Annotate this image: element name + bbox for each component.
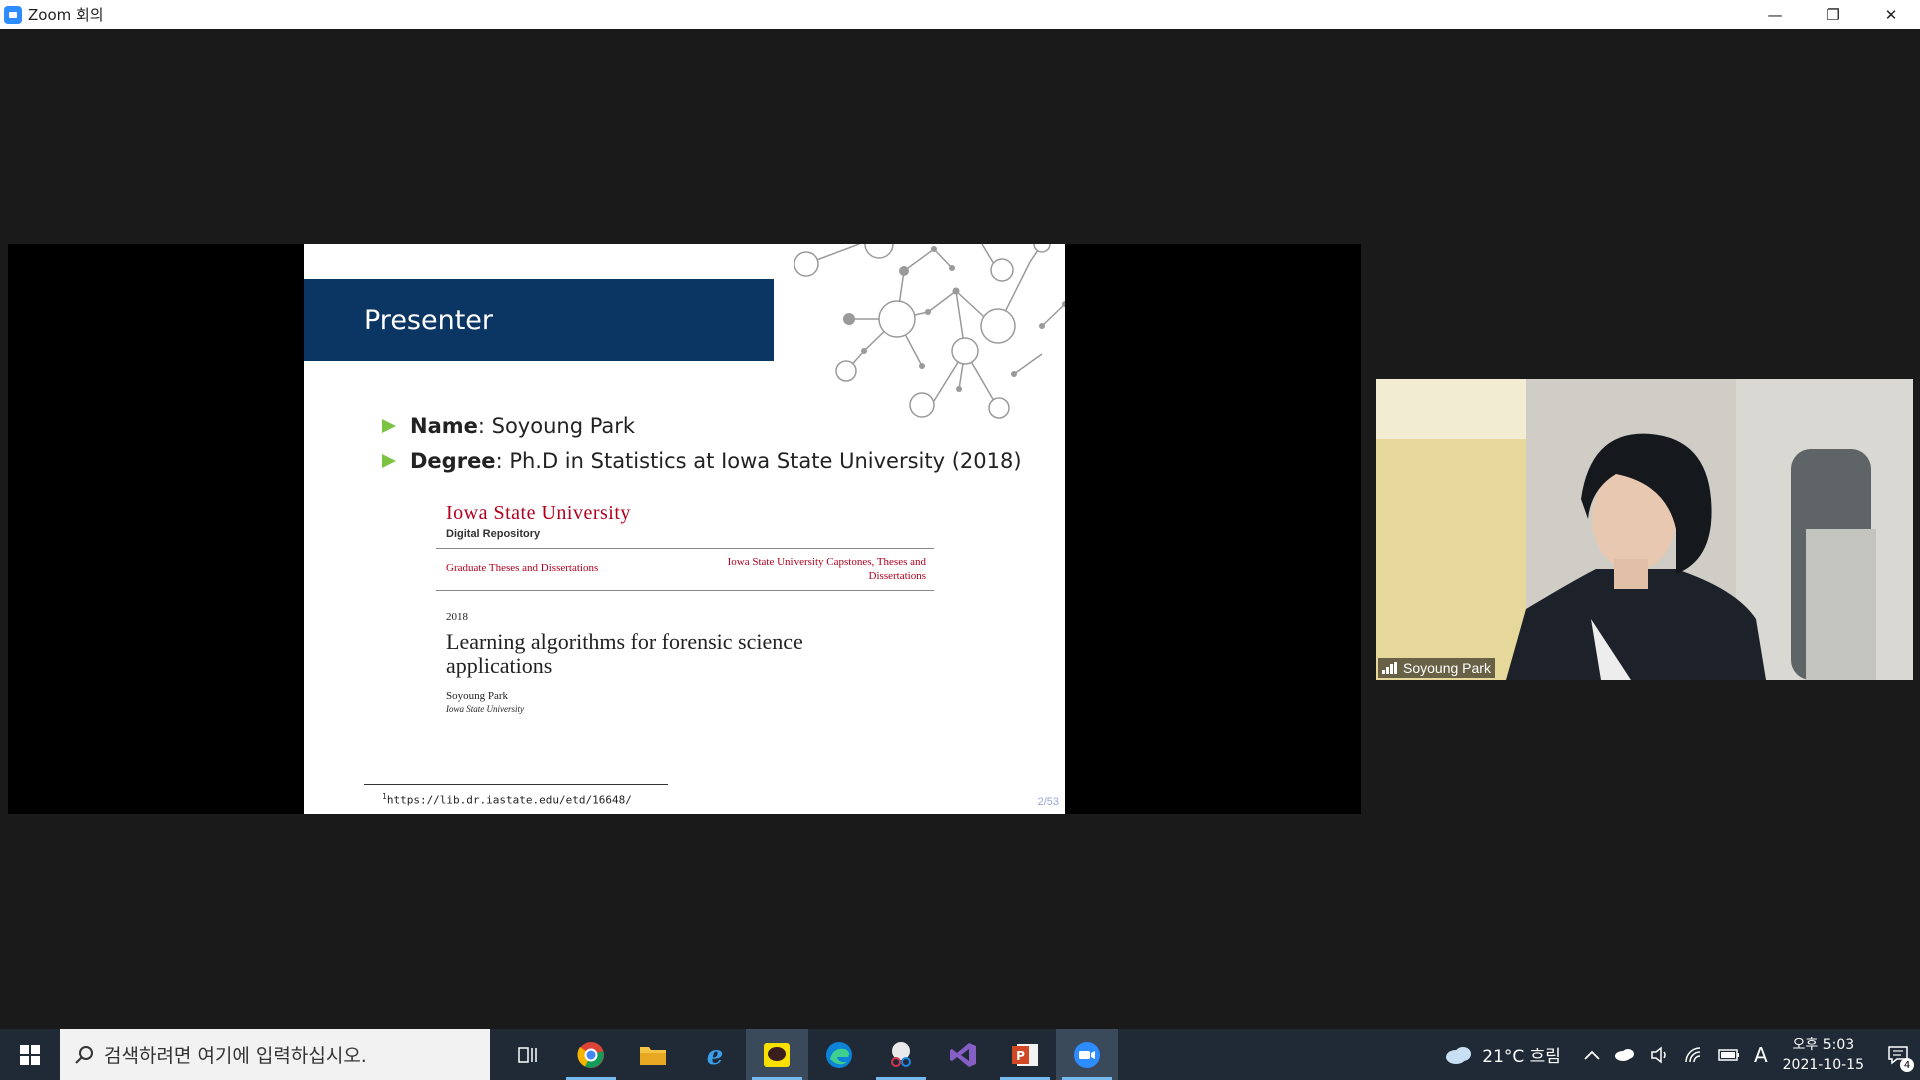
snipping-app[interactable] (870, 1029, 932, 1080)
weather-text: 21°C 흐림 (1482, 1047, 1561, 1067)
onedrive-tray[interactable] (1614, 1047, 1636, 1063)
chrome-app[interactable] (560, 1029, 622, 1080)
video-frame (1376, 379, 1913, 680)
powerpoint-app[interactable]: P (994, 1029, 1056, 1080)
bullet-degree: Degree : Ph.D in Statistics at Iowa Stat… (382, 443, 1022, 478)
pinned-apps: e P (498, 1029, 1118, 1080)
paper-title: Learning algorithms for forensic science… (446, 629, 803, 678)
footnote-url: https://lib.dr.iastate.edu/etd/16648/ (386, 793, 632, 807)
svg-text:e: e (707, 1041, 724, 1069)
notification-badge: 4 (1900, 1058, 1914, 1072)
collection-right: Iowa State University Capstones, Theses … (727, 556, 926, 582)
window-controls: — ❐ ✕ (1746, 0, 1920, 29)
cloud-sync-icon (1614, 1048, 1634, 1061)
battery-icon (1718, 1048, 1739, 1061)
chrome-icon (577, 1041, 604, 1068)
clock-time: 오후 5:03 (1792, 1036, 1855, 1053)
speaker-icon (1651, 1045, 1666, 1064)
presentation-slide: Presenter Name: Soyoung Park Degree: P… (304, 244, 1065, 814)
bullet-list: Name : Soyoung Park Degree : Ph.D in Sta… (382, 408, 1022, 478)
divider (436, 548, 934, 549)
paper-affiliation: Iowa State University (446, 704, 524, 714)
clock-date: 2021-10-15 (1782, 1056, 1864, 1073)
start-button[interactable] (0, 1029, 60, 1080)
system-tray: 21°C 흐림 A 오후 5:03 2021-10-15 4 (1444, 1029, 1920, 1080)
taskbar: 검색하려면 여기에 입력하십시오. e P 21°C 흐림 A 오후 5:03 … (0, 1029, 1920, 1080)
wifi-icon (1685, 1046, 1701, 1062)
search-placeholder: 검색하려면 여기에 입력하십시오. (104, 1045, 367, 1067)
paper-author: Soyoung Park (446, 690, 509, 702)
cloud-icon (1446, 1046, 1472, 1064)
participant-name: Soyoung Park (1403, 660, 1491, 676)
edge-icon (826, 1041, 852, 1068)
bullet-label: Name (410, 413, 478, 438)
weather-widget[interactable]: 21°C 흐림 (1444, 1042, 1561, 1067)
network-decoration (794, 244, 1065, 419)
network-tray[interactable] (1684, 1046, 1704, 1064)
repository-name: Digital Repository (446, 528, 541, 540)
volume-tray[interactable] (1650, 1045, 1670, 1064)
zoom-app[interactable] (1056, 1029, 1118, 1080)
snip-icon (891, 1041, 911, 1067)
kakaotalk-icon (764, 1042, 790, 1067)
bullet-value: : Soyoung Park (477, 413, 636, 438)
ime-indicator[interactable]: A (1754, 1043, 1768, 1067)
title-bar: Zoom 회의 — ❐ ✕ (0, 0, 1920, 29)
kakaotalk-app[interactable] (746, 1029, 808, 1080)
bullet-label: Degree (410, 448, 496, 473)
participant-name-label: Soyoung Park (1378, 658, 1495, 678)
signal-strength-icon (1382, 662, 1398, 674)
slide-page-number: 2/53 (1037, 796, 1059, 808)
paper-year: 2018 (446, 611, 468, 623)
taskbar-search[interactable]: 검색하려면 여기에 입력하십시오. (60, 1029, 490, 1080)
zoom-icon (1074, 1041, 1100, 1068)
paper-snapshot: Iowa State University Digital Repository… (436, 502, 936, 742)
windows-logo-icon (20, 1044, 40, 1065)
notification-center-button[interactable]: 4 (1876, 1029, 1920, 1080)
bullet-arrow-icon (382, 418, 396, 433)
participant-video[interactable]: Soyoung Park (1376, 379, 1913, 680)
show-hidden-icons-button[interactable] (1584, 1050, 1600, 1060)
chevron-up-icon (1584, 1050, 1600, 1060)
collection-left: Graduate Theses and Dissertations (446, 562, 599, 574)
internet-explorer-app[interactable]: e (684, 1029, 746, 1080)
restore-button[interactable]: ❐ (1804, 0, 1862, 29)
minimize-button[interactable]: — (1746, 0, 1804, 29)
close-button[interactable]: ✕ (1862, 0, 1920, 29)
visual-studio-app[interactable] (932, 1029, 994, 1080)
divider (436, 590, 934, 591)
battery-tray[interactable] (1718, 1048, 1740, 1061)
task-view-button[interactable] (498, 1029, 560, 1080)
file-explorer-app[interactable] (622, 1029, 684, 1080)
taskbar-clock[interactable]: 오후 5:03 2021-10-15 (1783, 1035, 1864, 1075)
footnote: 1https://lib.dr.iastate.edu/etd/16648/ (382, 792, 632, 807)
university-name: Iowa State University (446, 502, 631, 524)
slide-header: Presenter (304, 279, 774, 361)
search-icon (75, 1045, 93, 1064)
bullet-name: Name : Soyoung Park (382, 408, 1022, 443)
bullet-value: : Ph.D in Statistics at Iowa State Unive… (495, 448, 1022, 473)
task-view-icon (518, 1046, 537, 1063)
internet-explorer-icon: e (707, 1041, 724, 1069)
bullet-arrow-icon (382, 453, 396, 468)
window-title: Zoom 회의 (28, 6, 104, 24)
slide-title: Presenter (364, 304, 494, 336)
svg-text:P: P (1016, 1049, 1025, 1063)
visual-studio-icon (950, 1042, 976, 1067)
shared-screen[interactable]: Presenter Name: Soyoung Park Degree: P… (8, 244, 1361, 814)
powerpoint-icon: P (1012, 1043, 1038, 1066)
zoom-app-icon (4, 5, 22, 24)
footnote-rule (364, 784, 668, 785)
folder-icon (640, 1046, 666, 1065)
edge-app[interactable] (808, 1029, 870, 1080)
